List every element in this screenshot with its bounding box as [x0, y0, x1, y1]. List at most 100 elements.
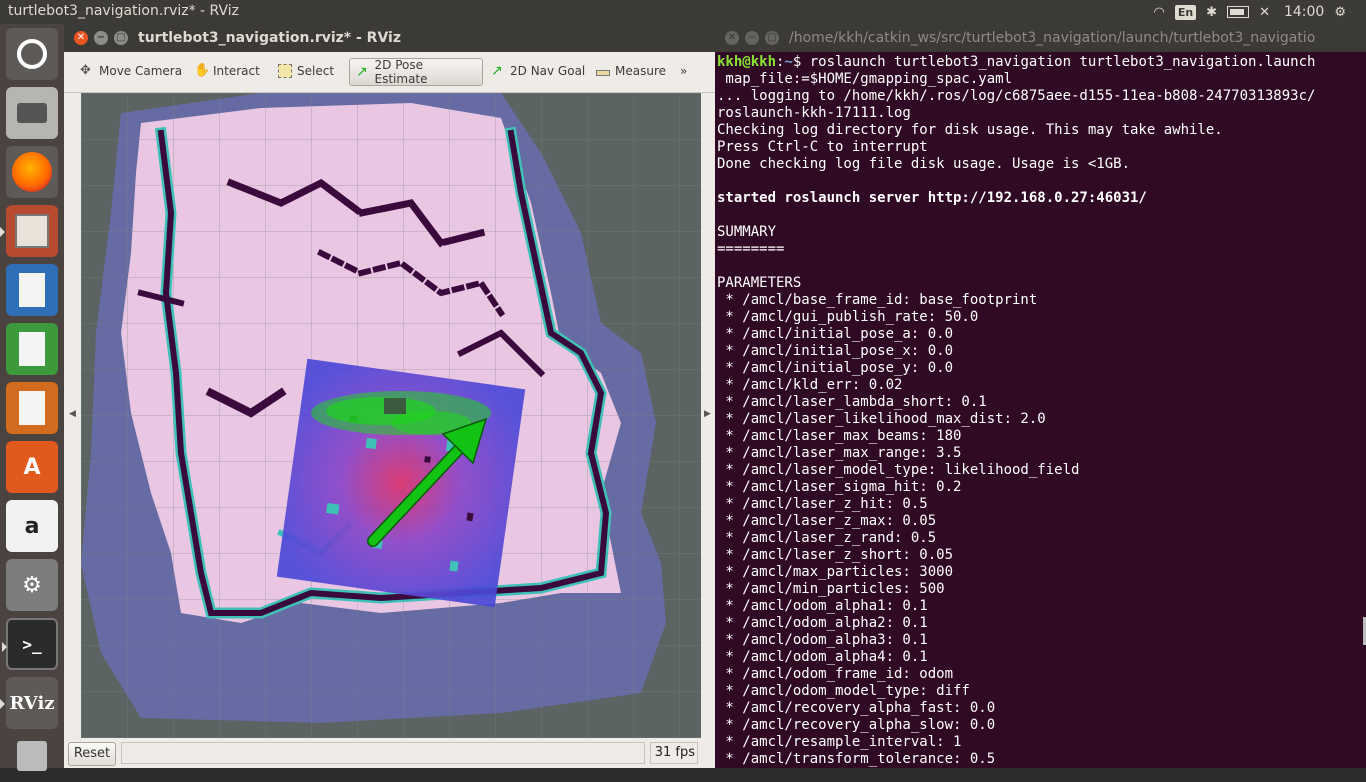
rviz-window-title: turtlebot3_navigation.rviz* - RViz	[138, 30, 401, 46]
impress-icon[interactable]	[6, 382, 58, 434]
reset-button[interactable]: Reset	[68, 742, 116, 766]
close-icon[interactable]: ✕	[725, 31, 739, 45]
collapse-left-icon[interactable]: ◀	[69, 409, 76, 419]
parameter-line: * /amcl/kld_err: 0.02	[717, 377, 903, 393]
map-render	[81, 93, 701, 738]
toolbar-overflow-icon[interactable]: »	[680, 64, 687, 78]
power-gear-icon[interactable]: ⚙	[1334, 5, 1346, 20]
clock[interactable]: 14:00	[1284, 4, 1324, 20]
parameter-line: * /amcl/odom_alpha4: 0.1	[717, 649, 928, 665]
prompt-dir: ~	[784, 54, 793, 70]
move-camera-icon: ✥	[80, 63, 91, 78]
parameter-line: * /amcl/initial_pose_x: 0.0	[717, 343, 954, 359]
parameter-list: * /amcl/base_frame_id: base_footprint * …	[717, 292, 1079, 767]
parameter-line: * /amcl/base_frame_id: base_footprint	[717, 292, 1038, 308]
collapse-right-icon[interactable]: ▶	[704, 409, 711, 419]
rviz-toolbar: ✥ Move Camera ✋ Interact Select ↗ 2D Pos…	[64, 52, 715, 93]
keyboard-layout-indicator[interactable]: En	[1174, 4, 1197, 20]
rviz-launcher-label: RViz	[9, 692, 55, 714]
parameter-line: * /amcl/odom_frame_id: odom	[717, 666, 954, 682]
calc-icon[interactable]	[6, 323, 58, 375]
parameter-line: * /amcl/laser_model_type: likelihood_fie…	[717, 462, 1080, 478]
parameter-line: * /amcl/initial_pose_y: 0.0	[717, 360, 954, 376]
move-camera-label: Move Camera	[99, 64, 183, 78]
summary-rule: ========	[717, 241, 785, 257]
writer-icon[interactable]	[6, 264, 58, 316]
robot-footprint	[384, 398, 406, 414]
select-box-icon	[278, 64, 292, 78]
3d-view[interactable]	[81, 93, 701, 738]
2d-nav-goal-tool[interactable]: ↗ 2D Nav Goal	[485, 58, 591, 84]
maximize-icon[interactable]: □	[765, 31, 779, 45]
parameter-line: * /amcl/odom_alpha3: 0.1	[717, 632, 928, 648]
parameter-line: * /amcl/laser_max_beams: 180	[717, 428, 962, 444]
parameter-line: * /amcl/laser_z_max: 0.05	[717, 513, 937, 529]
prompt-user: kkh@kkh	[717, 54, 777, 70]
log-line: roslaunch-kkh-17111.log	[717, 105, 911, 121]
log-line: Done checking log file disk usage. Usage…	[717, 156, 1131, 172]
launcher: A a ⚙ >_ RViz	[0, 24, 64, 771]
terminal-window: ✕ − □ /home/kkh/catkin_ws/src/turtlebot3…	[715, 24, 1366, 768]
terminal-output[interactable]: kkh@kkh:~$ roslaunch turtlebot3_navigati…	[717, 54, 1315, 768]
software-center-icon[interactable]: A	[6, 441, 58, 493]
green-arrow-icon: ↗	[356, 64, 368, 80]
parameter-line: * /amcl/odom_alpha1: 0.1	[717, 598, 928, 614]
measure-label: Measure	[615, 64, 666, 78]
log-line: Press Ctrl-C to interrupt	[717, 139, 928, 155]
terminal-window-title: /home/kkh/catkin_ws/src/turtlebot3_navig…	[789, 30, 1316, 46]
parameter-line: * /amcl/odom_model_type: diff	[717, 683, 970, 699]
command-line-2: map_file:=$HOME/gmapping_spac.yaml	[717, 71, 1013, 87]
interact-tool[interactable]: ✋ Interact	[188, 58, 266, 84]
parameter-line: * /amcl/laser_sigma_hit: 0.2	[717, 479, 962, 495]
minimize-icon[interactable]: −	[94, 31, 108, 45]
parameter-line: * /amcl/laser_z_hit: 0.5	[717, 496, 928, 512]
parameter-line: * /amcl/laser_z_rand: 0.5	[717, 530, 937, 546]
trash-icon[interactable]	[6, 730, 58, 782]
2d-nav-goal-label: 2D Nav Goal	[510, 64, 586, 78]
firefox-icon[interactable]	[6, 146, 58, 198]
camera-app-icon[interactable]	[6, 87, 58, 139]
fps-indicator: 31 fps	[650, 742, 698, 764]
minimize-icon[interactable]: −	[745, 31, 759, 45]
parameter-line: * /amcl/recovery_alpha_fast: 0.0	[717, 700, 996, 716]
parameter-line: * /amcl/min_particles: 500	[717, 581, 945, 597]
files-icon[interactable]	[0, 205, 58, 257]
parameter-line: * /amcl/recovery_alpha_slow: 0.0	[717, 717, 996, 733]
select-tool[interactable]: Select	[272, 58, 340, 84]
rviz-icon[interactable]: RViz	[0, 677, 58, 729]
interact-label: Interact	[213, 64, 260, 78]
parameter-line: * /amcl/gui_publish_rate: 50.0	[717, 309, 979, 325]
system-tray: ◠ En ✱ ✕ 14:00 ⚙	[1153, 0, 1346, 24]
wifi-icon[interactable]: ◠	[1153, 5, 1164, 20]
maximize-icon[interactable]: □	[114, 31, 128, 45]
close-icon[interactable]: ✕	[74, 31, 88, 45]
log-line: ... logging to /home/kkh/.ros/log/c6875a…	[717, 88, 1316, 104]
2d-pose-estimate-label: 2D Pose Estimate	[374, 58, 428, 86]
select-label: Select	[297, 64, 335, 78]
summary-heading: SUMMARY	[717, 224, 777, 240]
ruler-icon	[596, 70, 610, 76]
rviz-status-bar: Reset 31 fps	[64, 738, 715, 768]
server-line: started roslaunch server http://192.168.…	[717, 190, 1147, 206]
parameter-line: * /amcl/laser_lambda_short: 0.1	[717, 394, 987, 410]
move-camera-tool[interactable]: ✥ Move Camera	[74, 58, 188, 84]
parameter-line: * /amcl/resample_interval: 1	[717, 734, 962, 750]
2d-pose-estimate-tool[interactable]: ↗ 2D Pose Estimate	[349, 58, 483, 86]
parameter-line: * /amcl/laser_z_short: 0.05	[717, 547, 954, 563]
parameters-heading: PARAMETERS	[717, 275, 802, 291]
amazon-icon[interactable]: a	[6, 500, 58, 552]
measure-tool[interactable]: Measure	[590, 58, 672, 84]
command-line-1: $ roslaunch turtlebot3_navigation turtle…	[792, 54, 1316, 70]
ubuntu-dash-icon[interactable]	[6, 28, 58, 80]
volume-muted-icon[interactable]: ✕	[1259, 5, 1270, 20]
battery-icon[interactable]	[1227, 6, 1250, 18]
status-message-field	[121, 742, 645, 764]
terminal-icon[interactable]: >_	[2, 618, 58, 670]
log-line: Checking log directory for disk usage. T…	[717, 122, 1223, 138]
active-window-title: turtlebot3_navigation.rviz* - RViz	[8, 3, 240, 19]
bluetooth-icon[interactable]: ✱	[1206, 5, 1217, 20]
parameter-line: * /amcl/laser_max_range: 3.5	[717, 445, 962, 461]
parameter-line: * /amcl/initial_pose_a: 0.0	[717, 326, 954, 342]
rviz-window: ✕ − □ turtlebot3_navigation.rviz* - RViz…	[64, 24, 715, 768]
system-settings-icon[interactable]: ⚙	[6, 559, 58, 611]
